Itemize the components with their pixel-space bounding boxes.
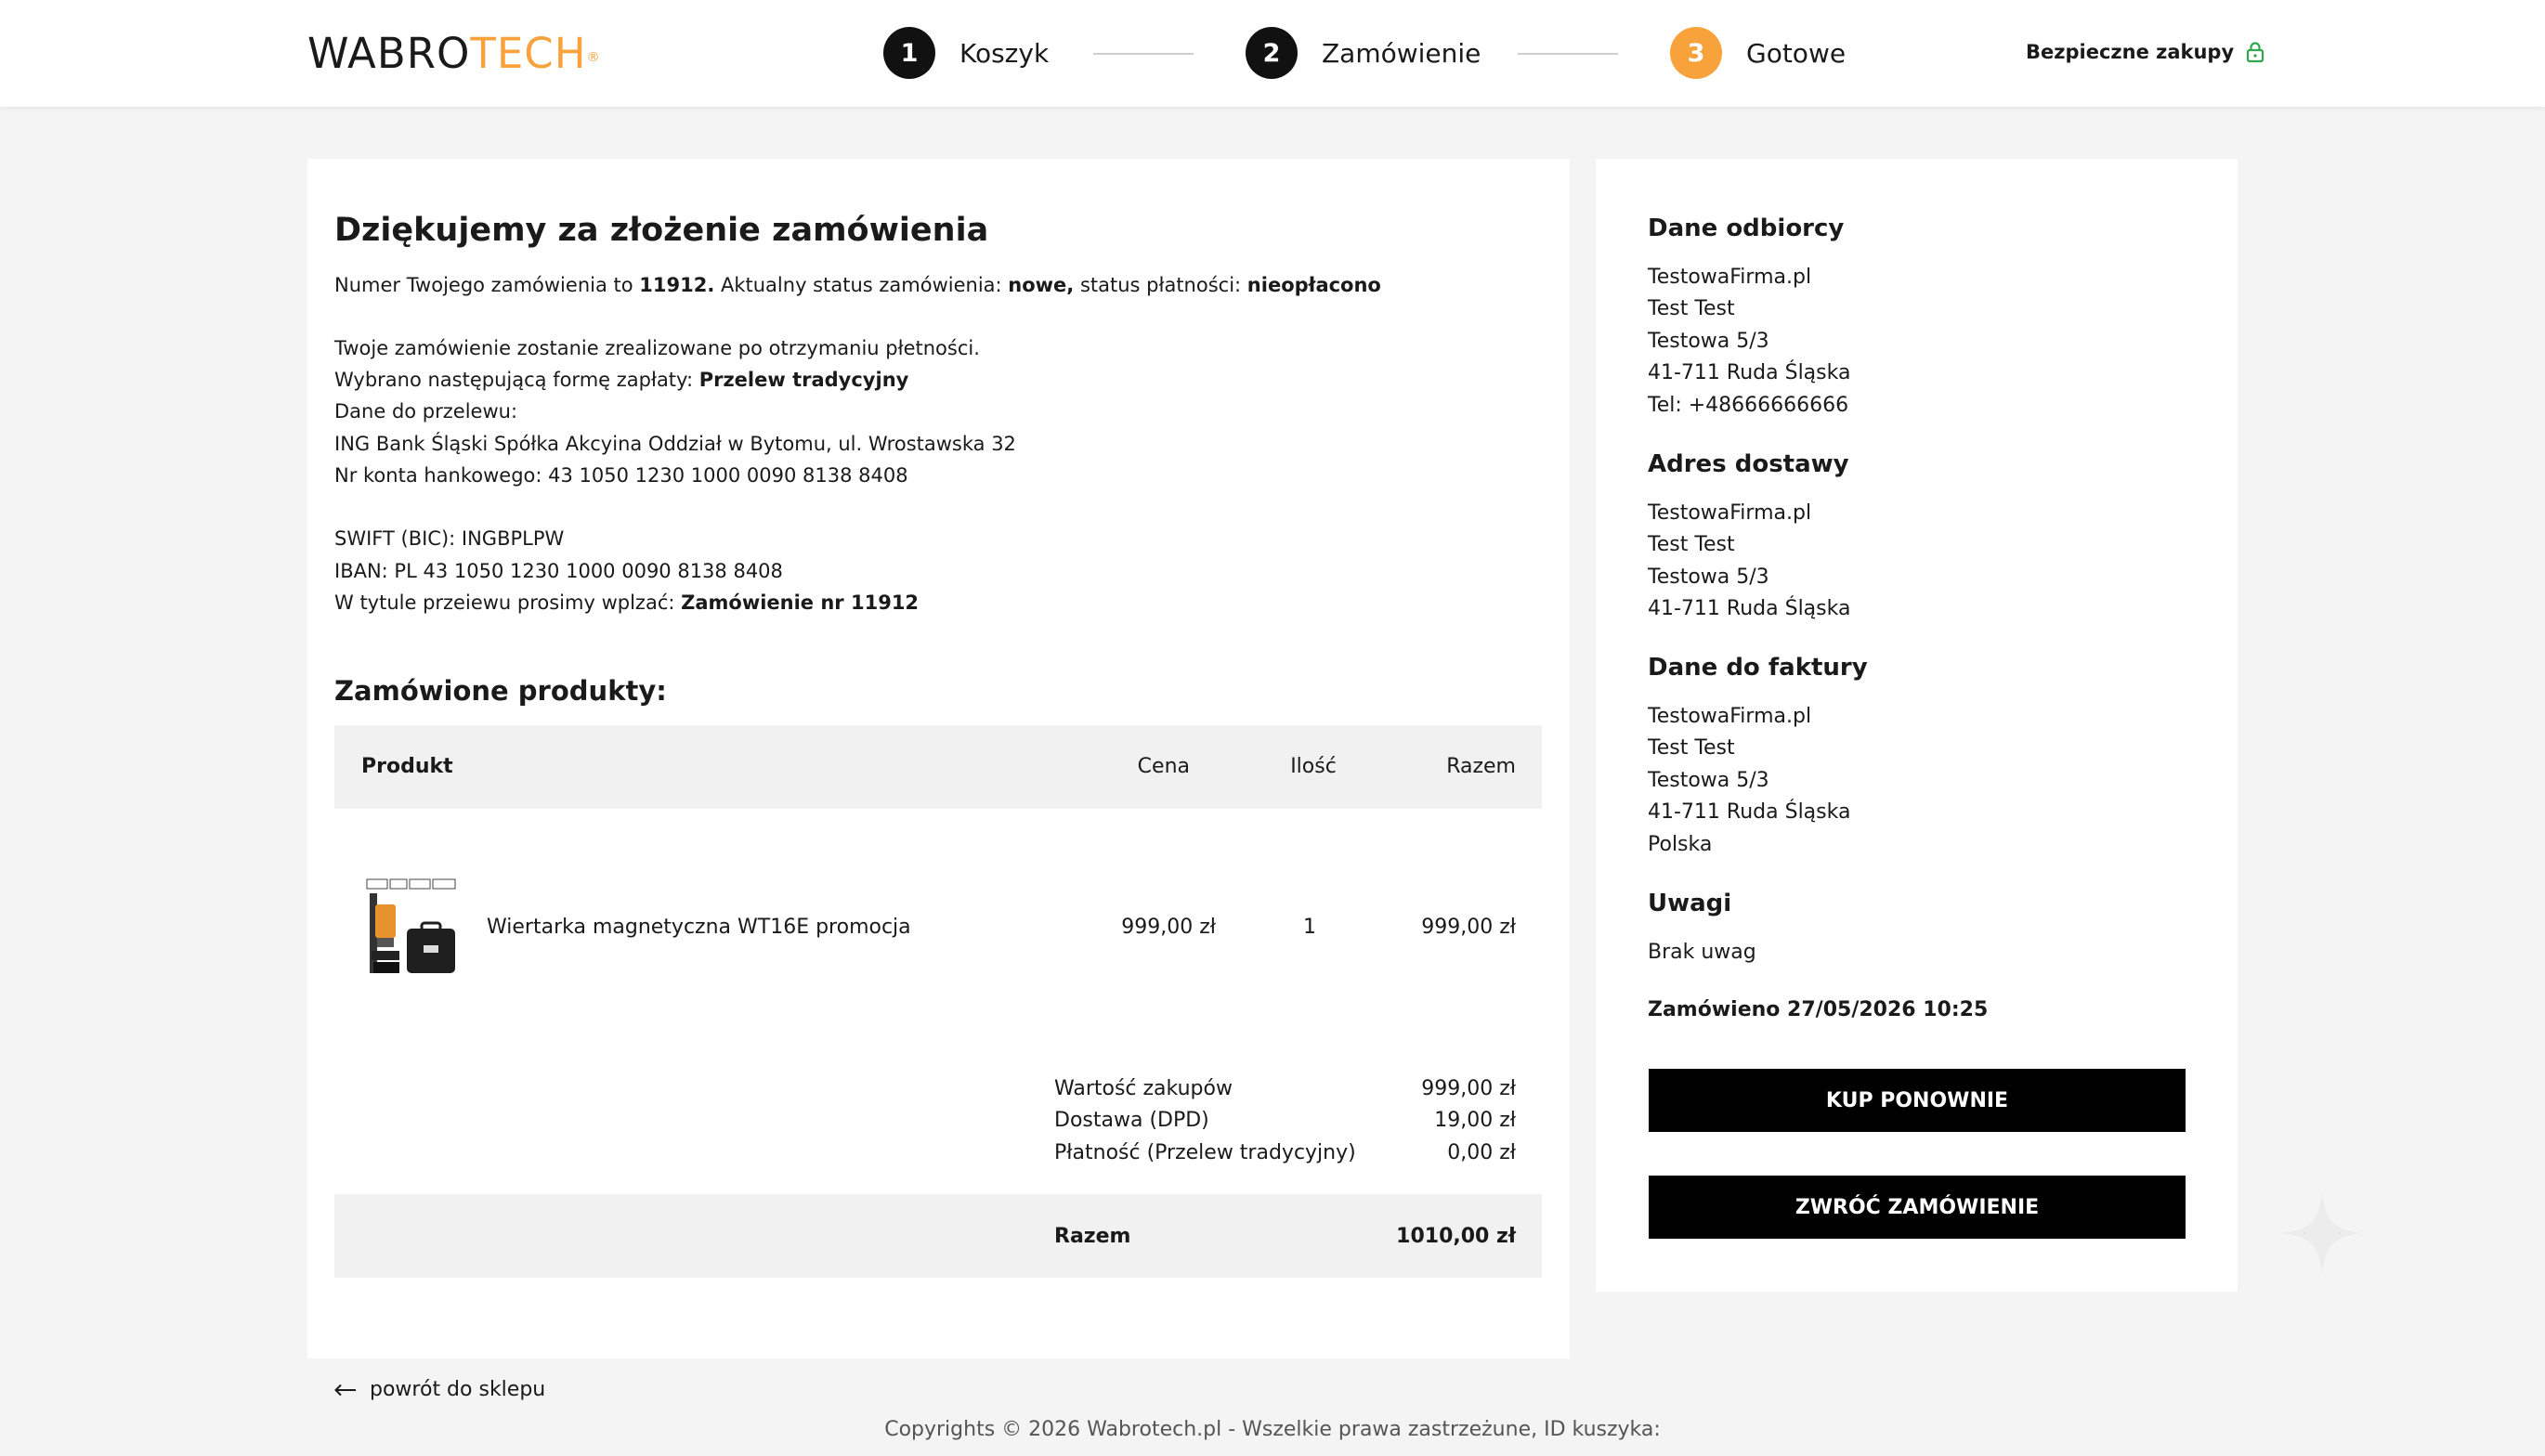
buy-again-button[interactable]: KUP PONOWNIE [1649, 1069, 2186, 1132]
delivery-heading: Adres dostawy [1648, 450, 1849, 478]
invoice-line: Testowa 5/3 [1648, 769, 1769, 792]
recipient-line: Test Test [1648, 297, 1735, 320]
products-table-header: Produkt Cena Ilość Razem [334, 725, 1542, 809]
products-heading: Zamówione produkty: [334, 675, 667, 707]
grand-total-row: Razem 1010,00 zł [334, 1194, 1542, 1278]
iban: IBAN: PL 43 1050 1230 1000 0090 8138 840… [334, 560, 783, 582]
recipient-line: TestowaFirma.pl [1648, 266, 1812, 289]
header: WABROTECH® 1 Koszyk 2 Zamówienie 3 Gotow… [0, 0, 2545, 107]
recipient-line: 41-711 Ruda Śląska [1648, 361, 1851, 384]
back-to-shop-link[interactable]: powrót do sklepu [334, 1378, 545, 1401]
step-divider [1093, 53, 1194, 55]
step-number: 1 [883, 27, 935, 79]
return-order-button[interactable]: ZWRÓĆ ZAMÓWIENIE [1649, 1176, 2186, 1239]
transfer-title: Zamówienie nr 11912 [681, 592, 920, 614]
copyright: Copyrights © 2026 Wabrotech.pl - Wszelki… [884, 1418, 1661, 1441]
invoice-line: Test Test [1648, 736, 1735, 760]
page-title: Dziękujemy za złożenie zamówienia [334, 212, 989, 249]
order-details-sidebar: Dane odbiorcy TestowaFirma.pl Test Test … [1596, 159, 2238, 1292]
recipient-heading: Dane odbiorcy [1648, 214, 1845, 242]
summary-label-payment: Płatność (Przelew tradycyjny) [1054, 1141, 1356, 1164]
logo-accent: TECH [470, 29, 587, 78]
logo[interactable]: WABROTECH® [307, 26, 601, 82]
column-header-price: Cena [1137, 755, 1190, 778]
order-status-line: Numer Twojego zamówienia to 11912. Aktua… [334, 274, 1381, 296]
logo-registered-mark: ® [586, 50, 601, 65]
notes-heading: Uwagi [1648, 890, 1732, 917]
arrow-left-icon [334, 1384, 356, 1396]
product-price: 999,00 zł [1121, 916, 1216, 939]
lock-icon [2247, 42, 2264, 63]
column-header-total: Razem [1446, 755, 1516, 778]
summary-label-subtotal: Wartość zakupów [1054, 1077, 1233, 1100]
account-number: Nr konta hankowego: 43 1050 1230 1000 00… [334, 464, 908, 487]
step-number: 3 [1670, 27, 1722, 79]
swift-code: SWIFT (BIC): INGBPLPW [334, 527, 565, 550]
step-label: Zamówienie [1322, 37, 1481, 69]
info-text: Twoje zamówienie zostanie zrealizowane p… [334, 337, 980, 359]
invoice-line: 41-711 Ruda Śląska [1648, 800, 1851, 824]
invoice-country: Polska [1648, 833, 1713, 856]
delivery-line: 41-711 Ruda Śląska [1648, 597, 1851, 620]
order-date: Zamówieno 27/05/2026 10:25 [1648, 998, 1989, 1021]
delivery-line: Test Test [1648, 533, 1735, 556]
step-label: Koszyk [959, 37, 1050, 69]
payment-method: Przelew tradycyjny [698, 369, 909, 391]
step-done: 3 Gotowe [1670, 27, 1846, 79]
step-label: Gotowe [1746, 37, 1847, 69]
summary-value-payment: 0,00 zł [1447, 1141, 1516, 1164]
product-total: 999,00 zł [1421, 916, 1516, 939]
step-divider [1518, 53, 1618, 55]
logo-main: WABRO [307, 29, 471, 78]
back-to-shop-label: powrót do sklepu [370, 1378, 546, 1401]
bank-name: ING Bank Śląski Spółka Akcyina Oddział w… [334, 433, 1016, 455]
invoice-heading: Dane do faktury [1648, 654, 1868, 682]
sparkle-icon [2281, 1192, 2363, 1274]
payment-status: nieopłacono [1246, 274, 1381, 296]
step-order: 2 Zamówienie [1246, 27, 1481, 79]
transfer-label: Dane do przelewu: [334, 400, 518, 422]
transfer-title-line: W tytule przeiewu prosimy wplzać: Zamówi… [334, 592, 920, 614]
order-status: nowe, [1008, 274, 1075, 296]
summary-label-shipping: Dostawa (DPD) [1054, 1109, 1209, 1132]
invoice-line: TestowaFirma.pl [1648, 705, 1812, 728]
summary-value-subtotal: 999,00 zł [1421, 1077, 1516, 1100]
notes-text: Brak uwag [1648, 941, 1756, 964]
recipient-phone: Tel: +48666666666 [1648, 394, 1849, 417]
delivery-line: Testowa 5/3 [1648, 566, 1769, 589]
order-number: 11912. [639, 274, 715, 296]
secure-label: Bezpieczne zakupy [2026, 41, 2235, 63]
column-header-quantity: Ilość [1290, 755, 1337, 778]
product-quantity: 1 [1303, 916, 1316, 939]
step-number: 2 [1246, 27, 1298, 79]
delivery-line: TestowaFirma.pl [1648, 501, 1812, 525]
payment-method-line: Wybrano następującą formę zapłaty: Przel… [334, 369, 909, 391]
recipient-line: Testowa 5/3 [1648, 330, 1769, 353]
step-cart: 1 Koszyk [883, 27, 1049, 79]
secure-shopping: Bezpieczne zakupy [2026, 41, 2265, 63]
summary-value-shipping: 19,00 zł [1434, 1109, 1516, 1132]
grand-total-value: 1010,00 zł [1396, 1225, 1516, 1248]
order-confirmation-panel: Dziękujemy za złożenie zamówienia Numer … [307, 159, 1570, 1358]
grand-total-label: Razem [1054, 1225, 1131, 1248]
